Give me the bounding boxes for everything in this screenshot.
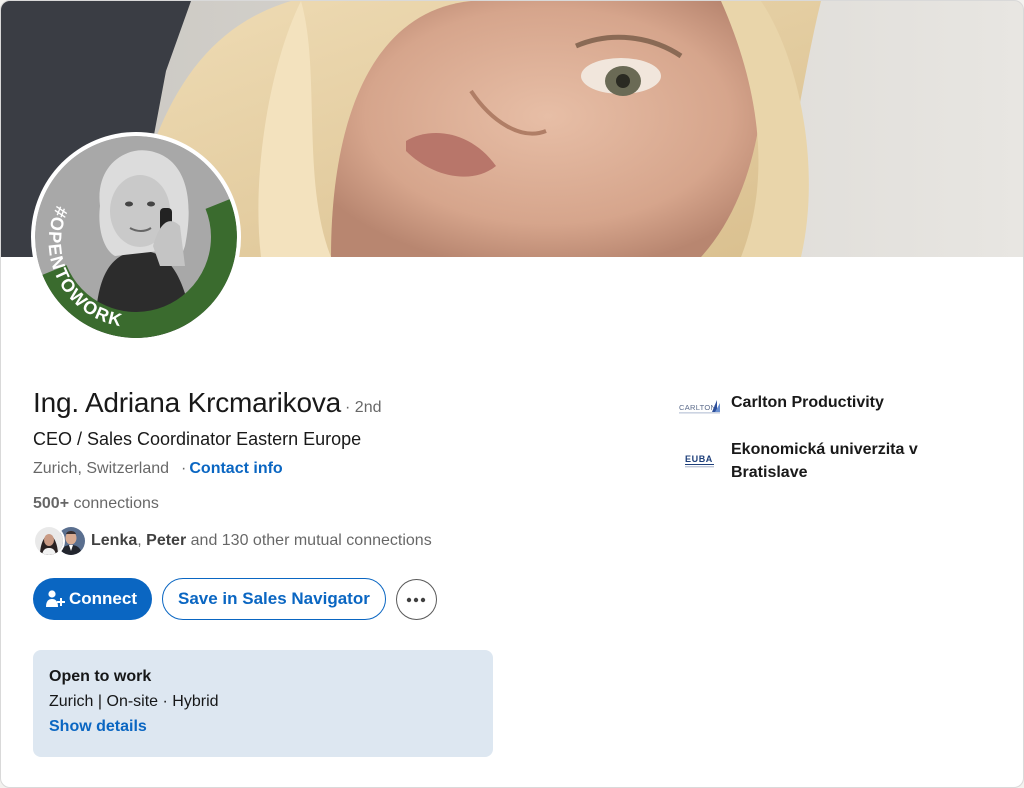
more-actions-button[interactable] [395,578,437,620]
connect-label: Connect [69,589,137,608]
mutual-connections[interactable]: Lenka, Peter and 130 other mutual connec… [33,525,432,557]
mutual-sep: , [137,532,142,549]
add-person-icon [45,589,65,609]
mutual-rest: and 130 other mutual connections [190,532,432,549]
location-row: Zurich, Switzerland · Contact info [33,460,283,478]
contact-info-link[interactable]: Contact info [189,460,282,478]
profile-headline: CEO / Sales Coordinator Eastern Europe [33,429,362,449]
name-row: Ing. Adriana Krcmarikova · 2nd [33,387,381,419]
mutual-name-1: Lenka [91,532,138,549]
connect-button[interactable]: Connect [33,578,152,620]
save-in-sales-navigator-button[interactable]: Save in Sales Navigator [162,578,386,620]
connections-count[interactable]: 500+ connections [33,495,159,513]
mutual-connections-text: Lenka, Peter and 130 other mutual connec… [91,532,432,550]
euba-logo: EUBA [679,438,721,484]
mutual-avatars [33,525,87,557]
connections-label: connections [73,495,159,512]
profile-actions: Connect Save in Sales Navigator [33,578,437,620]
company-name: Carlton Productivity [731,394,884,411]
connection-degree: · 2nd [345,399,382,416]
show-details-link[interactable]: Show details [49,718,477,736]
profile-card: #OPENTOWORK Ing. Adriana Krcmarikova · 2… [0,0,1024,788]
profile-avatar[interactable]: #OPENTOWORK [31,132,241,342]
connections-number: 500+ [33,495,70,512]
euba-logo-text: EUBA [685,454,713,464]
open-to-work-detail: Zurich | On-site · Hybrid [49,693,219,710]
mutual-name-2: Peter [146,532,187,549]
current-company[interactable]: CARLTON Carlton Productivity [679,391,951,423]
profile-name: Ing. Adriana Krcmarikova [33,387,342,418]
carlton-logo-text: CARLTON [679,403,716,412]
open-to-work-title: Open to work [49,668,152,685]
profile-location: Zurich, Switzerland [33,460,170,477]
ellipsis-icon [406,590,426,608]
school-name: Ekonomická univerzita v Bratislave [731,441,918,481]
separator-dot: · [181,460,187,477]
education-school[interactable]: EUBA Ekonomická univerzita v Bratislave [679,438,951,484]
mutual-avatar-lenka [33,525,65,557]
open-to-work-card: Open to work Zurich | On-site · Hybrid S… [33,650,493,757]
carlton-logo: CARLTON [679,391,721,423]
